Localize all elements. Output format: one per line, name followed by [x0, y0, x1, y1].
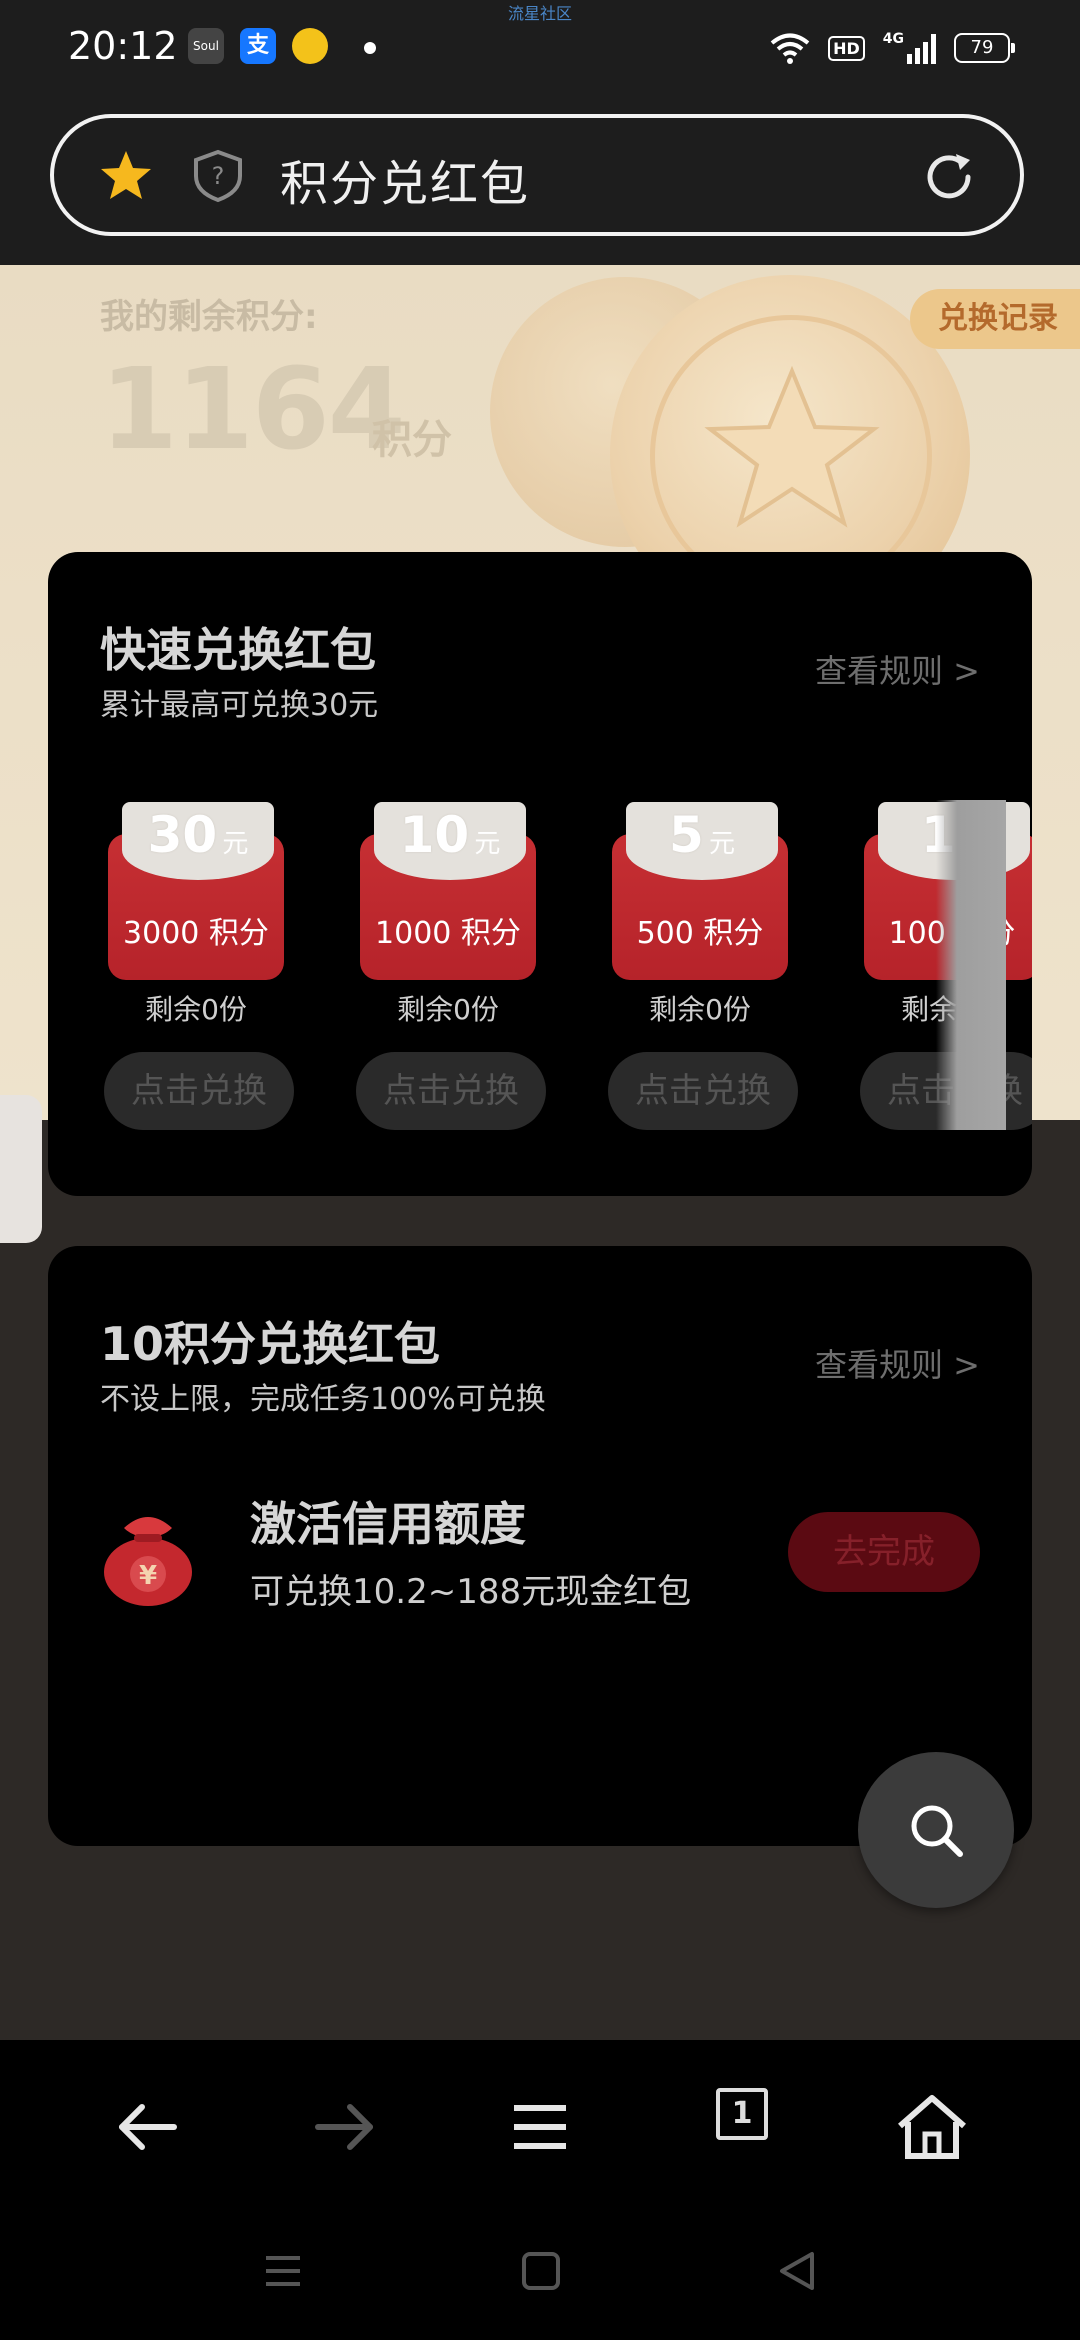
coin-star-icon [704, 365, 880, 528]
forward-icon[interactable] [304, 2092, 384, 2162]
points-value: 1164 [100, 345, 406, 475]
soul-app-icon: Soul [188, 28, 224, 64]
exchange-button[interactable]: 点击兑换 [608, 1052, 798, 1130]
alipay-app-icon: 支 [240, 28, 276, 64]
star-icon[interactable] [98, 148, 154, 204]
back-icon[interactable] [108, 2092, 188, 2162]
search-icon [911, 1805, 963, 1857]
top-caption: 流星社区 [507, 4, 572, 23]
envelope-amount: 30 [147, 806, 218, 864]
quick-exchange-rules-link[interactable]: 查看规则 > [815, 646, 980, 692]
quick-exchange-title: 快速兑换红包 [100, 623, 376, 677]
points-label: 我的剩余积分: [100, 297, 318, 337]
battery-icon: 79 [954, 33, 1015, 63]
home-icon[interactable] [892, 2092, 972, 2162]
tabs-button[interactable]: 1 [716, 2088, 768, 2140]
address-bar[interactable]: ? 积分兑红包 [50, 114, 1024, 236]
page-title: 积分兑红包 [280, 156, 531, 212]
signal-icon: 4G [883, 32, 936, 64]
envelope-cost: 1000 积分 [375, 916, 521, 951]
ten-points-rules-link[interactable]: 查看规则 > [815, 1340, 980, 1386]
exchange-history-button[interactable]: 兑换记录 [910, 289, 1080, 349]
address-area: ? 积分兑红包 [0, 100, 1080, 265]
svg-text:?: ? [212, 162, 225, 190]
envelope-amount: 5 [669, 806, 704, 864]
envelope-unit: 元 [474, 829, 501, 859]
system-back-icon[interactable] [772, 2246, 822, 2296]
ten-points-title: 10积分兑换红包 [100, 1317, 441, 1371]
wifi-icon [770, 33, 810, 64]
dot-icon [364, 42, 376, 54]
complete-task-button[interactable]: 去完成 [788, 1512, 980, 1592]
svg-text:¥: ¥ [139, 1561, 157, 1591]
status-time: 20:12 [68, 24, 178, 68]
network-label: 4G [882, 31, 904, 47]
envelope-remaining: 剩余0份 [397, 993, 499, 1026]
money-bag-icon: ¥ [104, 1517, 192, 1606]
quick-exchange-card: 快速兑换红包 累计最高可兑换30元 查看规则 > 30 元 3000 积分 剩余… [48, 552, 1032, 1196]
status-indicators: HD 4G 79 [770, 28, 1015, 68]
task-description: 可兑换10.2~188元现金红包 [250, 1572, 692, 1612]
envelope-cost: 3000 积分 [123, 916, 269, 951]
shield-question-icon[interactable]: ? [190, 148, 246, 204]
envelope-unit: 元 [708, 829, 735, 859]
envelope-remaining: 剩余0份 [145, 993, 247, 1026]
system-home-icon[interactable] [516, 2246, 566, 2296]
menu-icon[interactable] [500, 2092, 580, 2162]
envelope-unit: 元 [222, 829, 249, 859]
quick-exchange-subtitle: 累计最高可兑换30元 [100, 688, 379, 723]
ten-points-subtitle: 不设上限，完成任务100%可兑换 [100, 1382, 546, 1417]
points-unit: 积分 [372, 417, 452, 463]
envelope-amount: 10 [399, 806, 470, 864]
task-title: 激活信用额度 [250, 1497, 526, 1551]
floating-search-button[interactable] [858, 1752, 1014, 1908]
envelope-remaining: 剩余0份 [649, 993, 751, 1026]
side-drawer-handle[interactable] [0, 1095, 42, 1243]
exchange-button[interactable]: 点击兑换 [104, 1052, 294, 1130]
system-menu-icon[interactable] [258, 2246, 308, 2296]
scroll-fade-overlay [936, 800, 1006, 1130]
game-app-icon [292, 28, 328, 64]
exchange-button[interactable]: 点击兑换 [356, 1052, 546, 1130]
status-bar: 20:12 Soul 支 流星社区 HD 4G 79 [0, 0, 1080, 100]
refresh-icon[interactable] [920, 148, 978, 206]
envelope-cost: 500 积分 [636, 916, 764, 951]
ten-points-card: 10积分兑换红包 不设上限，完成任务100%可兑换 查看规则 > ¥ 激活信用额… [48, 1246, 1032, 1846]
hd-badge: HD [828, 35, 865, 61]
envelope-list: 30 元 3000 积分 剩余0份 点击兑换 10 元 1000 积分 剩余0份… [48, 800, 1032, 1140]
